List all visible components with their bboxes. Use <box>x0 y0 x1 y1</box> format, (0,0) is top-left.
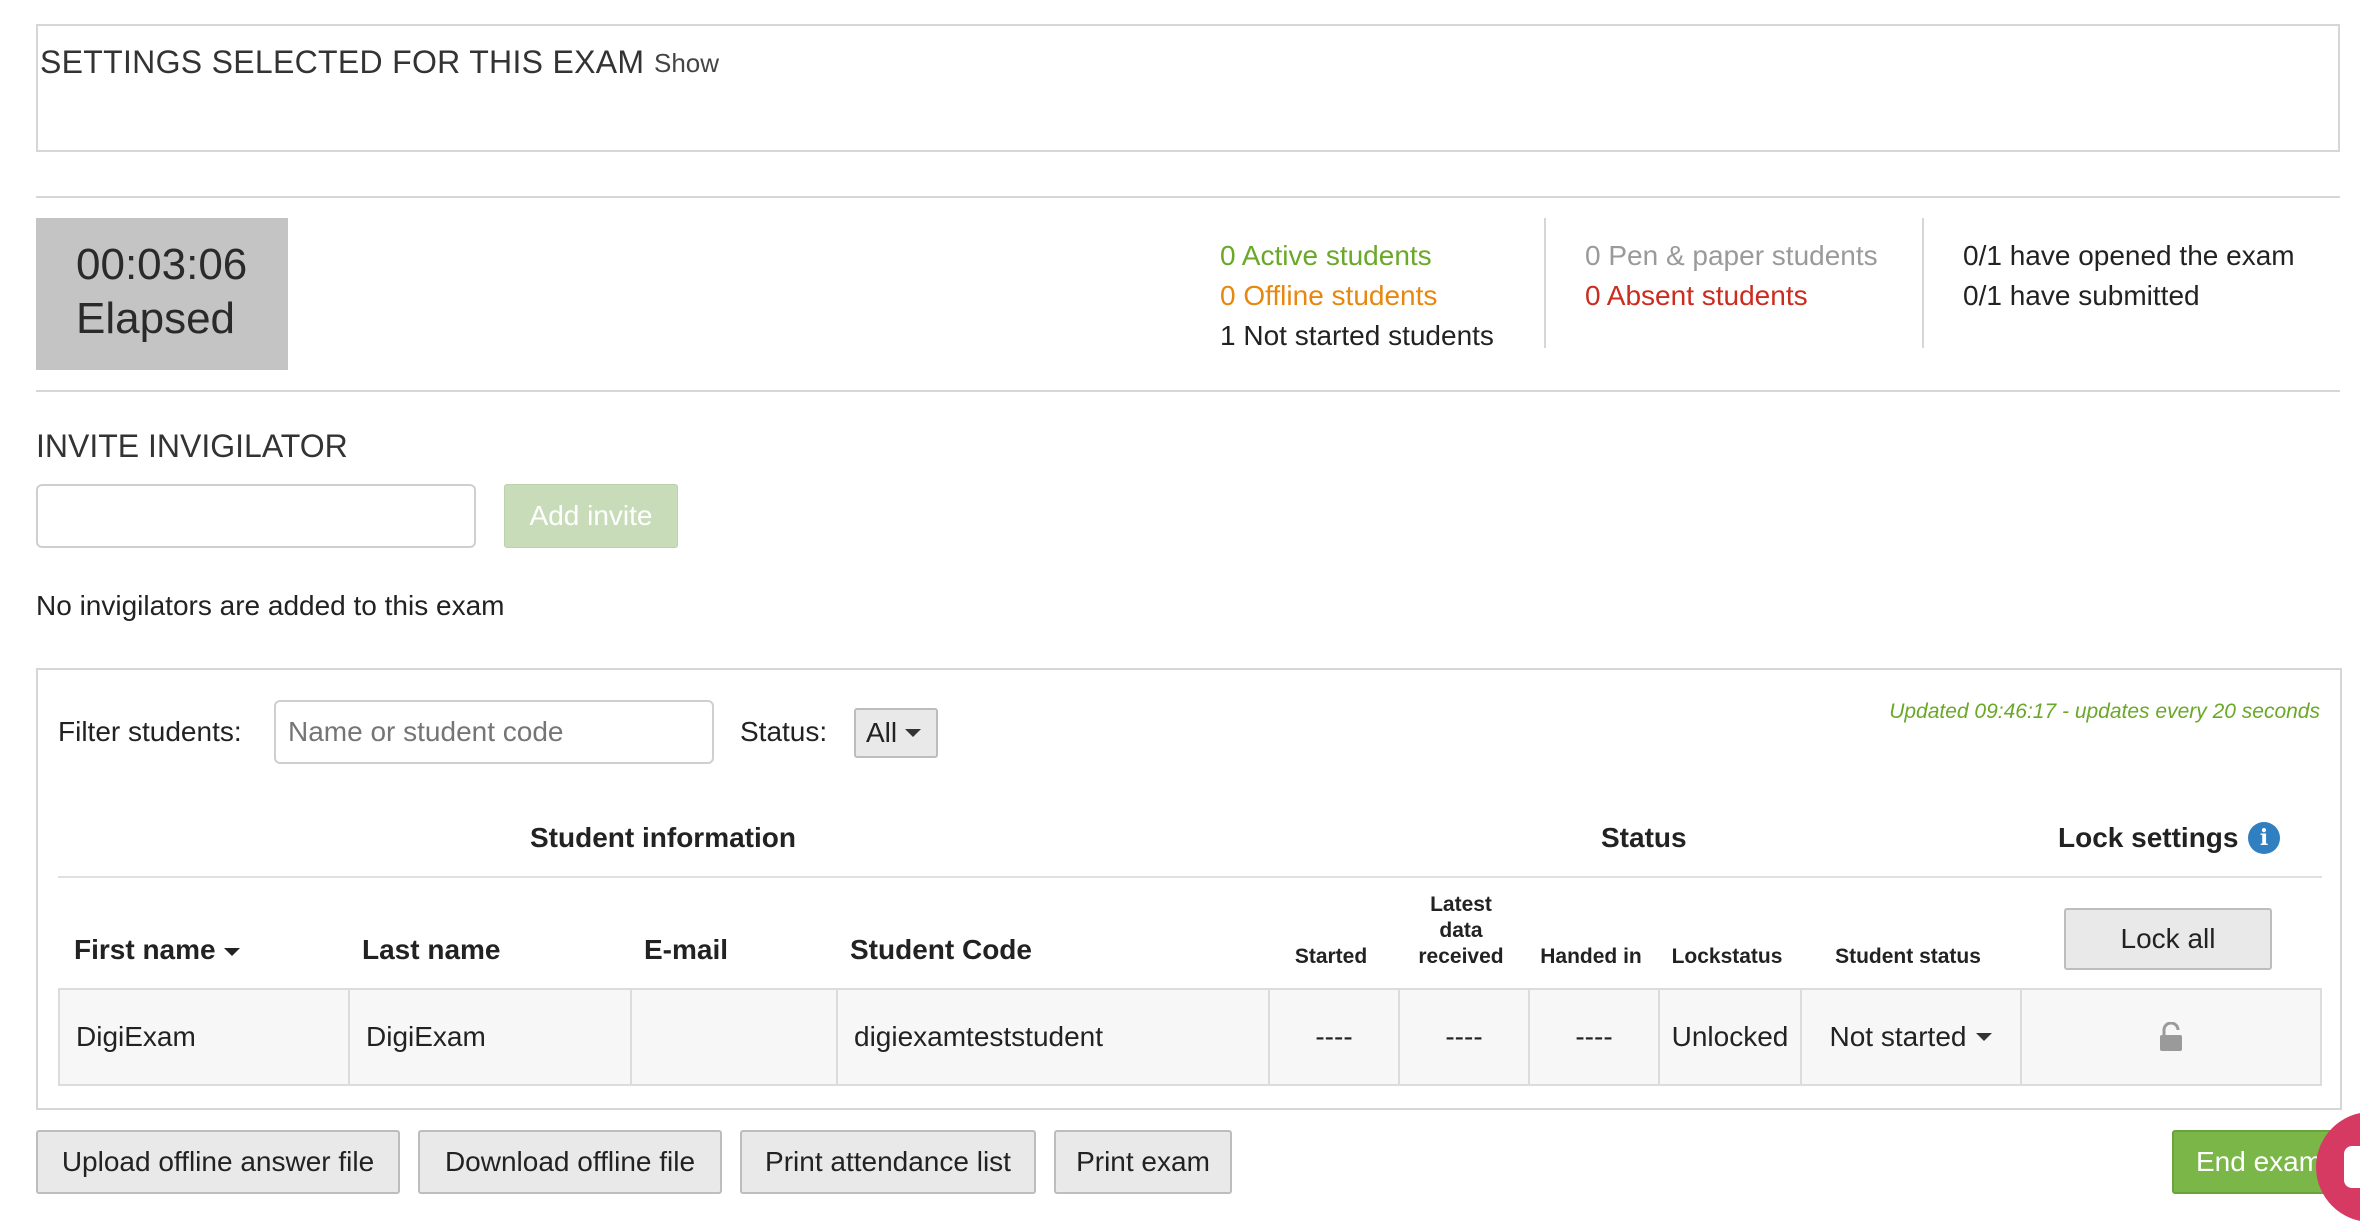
status-filter-label: Status: <box>740 716 828 747</box>
group-header-divider <box>58 876 2322 878</box>
cell-last-name: DigiExam <box>348 990 630 1084</box>
column-header-label: First name <box>74 934 216 965</box>
column-header-student-status: Student status <box>1835 945 1981 968</box>
not-started-students: 1 Not started students <box>1220 320 1494 351</box>
invite-title: INVITE INVIGILATOR <box>36 428 348 464</box>
column-header-latest-data: Latest data received <box>1398 892 1524 970</box>
status-filter-value: All <box>866 717 898 748</box>
offline-students: 0 Offline students <box>1220 280 1438 311</box>
pen-paper-students: 0 Pen & paper students <box>1585 240 1878 271</box>
filter-label: Filter students: <box>58 716 242 747</box>
timer-value: 00:03:06 <box>76 240 248 289</box>
student-status-dropdown[interactable]: Not started <box>1800 990 2020 1084</box>
unlocked-padlock-icon <box>2160 1022 2182 1051</box>
table-row: DigiExam DigiExam digiexamteststudent --… <box>58 988 2322 1086</box>
cell-handed-in: ---- <box>1528 990 1658 1084</box>
student-stats-primary: 0 Active students 0 Offline students 1 N… <box>1220 236 1494 356</box>
sort-down-icon <box>223 947 240 956</box>
filter-students-input[interactable] <box>274 700 714 764</box>
column-header-last-name[interactable]: Last name <box>362 934 501 966</box>
lock-all-button[interactable]: Lock all <box>2064 908 2272 970</box>
timer-label: Elapsed <box>76 294 236 343</box>
print-attendance-button[interactable]: Print attendance list <box>740 1130 1036 1194</box>
stats-divider <box>1544 218 1546 348</box>
updated-timestamp: Updated 09:46:17 - updates every 20 seco… <box>1889 700 2320 723</box>
unlocked-padlock-icon[interactable] <box>2020 990 2320 1084</box>
stats-divider <box>1922 218 1924 348</box>
submitted-count: 0/1 have submitted <box>1963 280 2200 311</box>
column-header-first-name[interactable]: First name <box>74 934 240 966</box>
active-students: 0 Active students <box>1220 240 1432 271</box>
group-header-status: Status <box>1601 822 1687 853</box>
status-filter-select[interactable]: All <box>854 708 938 758</box>
cell-started: ---- <box>1268 990 1398 1084</box>
column-header-lockstatus: Lockstatus <box>1671 945 1783 968</box>
column-header-email[interactable]: E-mail <box>644 934 728 966</box>
settings-title: SETTINGS SELECTED FOR THIS EXAM <box>40 44 645 80</box>
column-header-handed-in: Handed in <box>1540 945 1642 968</box>
chevron-down-icon <box>905 729 922 737</box>
group-header-student-info: Student information <box>530 822 796 853</box>
no-invigilators-text: No invigilators are added to this exam <box>36 590 505 621</box>
student-status-value: Not started <box>1829 1021 1967 1052</box>
divider <box>36 390 2340 392</box>
chevron-down-icon <box>1976 1033 1993 1041</box>
column-header-label: data <box>1439 919 1483 942</box>
upload-offline-answer-button[interactable]: Upload offline answer file <box>36 1130 400 1194</box>
column-header-started: Started <box>1294 945 1368 968</box>
cell-student-code: digiexamteststudent <box>836 990 1268 1084</box>
invite-email-input[interactable] <box>36 484 476 548</box>
cell-latest-data: ---- <box>1398 990 1528 1084</box>
cell-lockstatus: Unlocked <box>1658 990 1800 1084</box>
cell-email <box>630 990 836 1084</box>
column-header-label: Latest <box>1430 893 1492 916</box>
print-exam-button[interactable]: Print exam <box>1054 1130 1232 1194</box>
settings-show-link[interactable]: Show <box>654 48 719 79</box>
column-header-label: received <box>1418 945 1504 968</box>
divider <box>36 196 2340 198</box>
absent-students: 0 Absent students <box>1585 280 1808 311</box>
exam-progress-stats: 0/1 have opened the exam 0/1 have submit… <box>1963 236 2295 316</box>
download-offline-file-button[interactable]: Download offline file <box>418 1130 722 1194</box>
cell-first-name: DigiExam <box>76 1021 196 1052</box>
chat-icon <box>2344 1146 2360 1188</box>
elapsed-timer: 00:03:06 Elapsed <box>36 218 288 370</box>
column-header-student-code[interactable]: Student Code <box>850 934 1032 966</box>
opened-count: 0/1 have opened the exam <box>1963 240 2295 271</box>
student-stats-secondary: 0 Pen & paper students 0 Absent students <box>1585 236 1878 316</box>
group-header-lock-settings: Lock settings <box>2058 822 2239 853</box>
add-invite-button[interactable]: Add invite <box>504 484 678 548</box>
info-icon[interactable]: i <box>2248 822 2280 854</box>
